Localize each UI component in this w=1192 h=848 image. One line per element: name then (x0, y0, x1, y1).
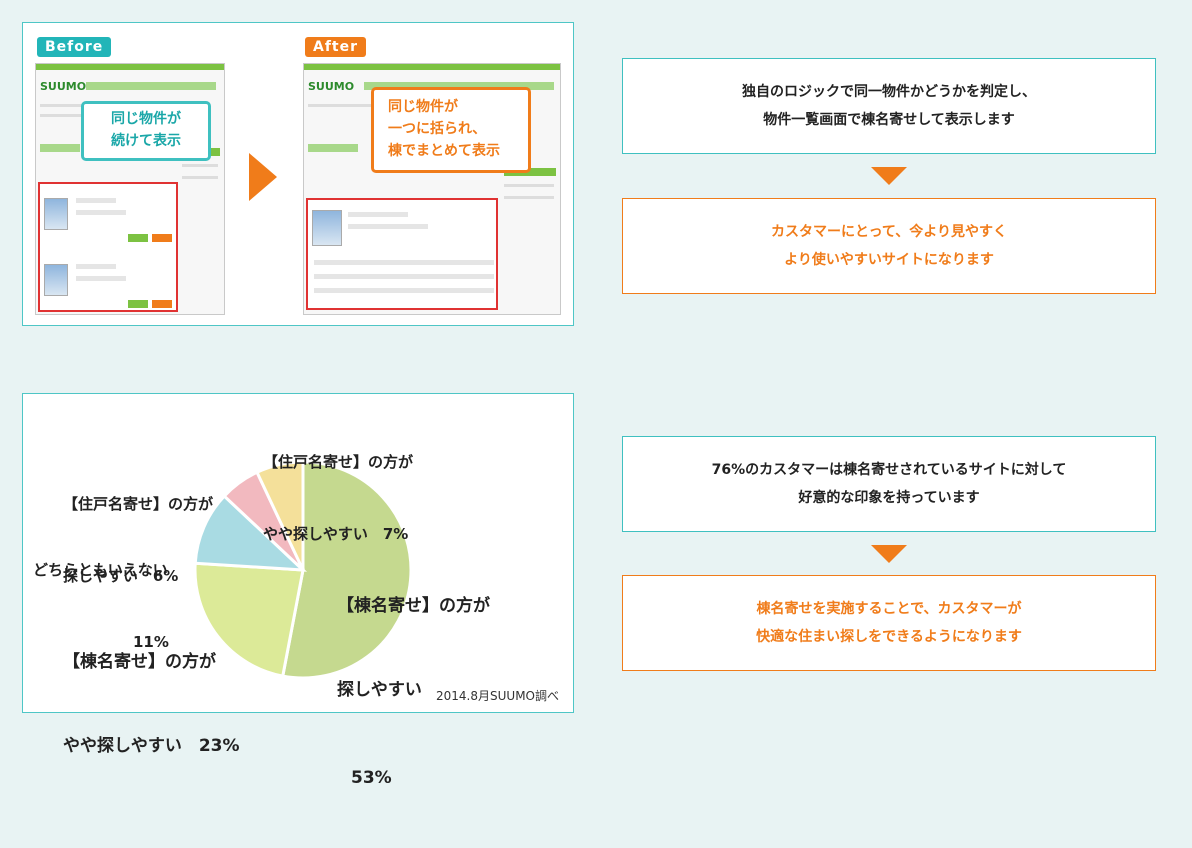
conclusion-box: 棟名寄せを実施することで、カスタマーが 快適な住まい探しをできるようになります (622, 575, 1156, 671)
before-badge: Before (37, 37, 112, 57)
listing-text (76, 276, 126, 281)
label-line: 53% (351, 768, 392, 788)
conclusion-line: 棟名寄せを実施することで、カスタマーが (756, 601, 1022, 617)
site-logo: SUUMO (40, 80, 87, 93)
listing-text (76, 264, 116, 269)
building-thumbnail (44, 198, 68, 230)
unit-row (314, 274, 494, 279)
info-line: 76%のカスタマーは棟名寄せされているサイトに対して (711, 462, 1067, 478)
after-callout: 同じ物件が 一つに括られ、 棟でまとめて表示 (371, 87, 531, 173)
conclusion-line: 快適な住まい探しをできるようになります (756, 629, 1022, 645)
survey-info-box: 76%のカスタマーは棟名寄せされているサイトに対して 好意的な印象を持っています (622, 436, 1156, 532)
decorative-line (308, 104, 378, 107)
info-line: 物件一覧画面で棟名寄せして表示します (763, 112, 1015, 128)
unit-row (314, 288, 494, 293)
listing-button (152, 234, 172, 242)
decorative-line (182, 164, 218, 167)
callout-line: 同じ物件が (111, 111, 181, 127)
before-callout: 同じ物件が 続けて表示 (81, 101, 211, 161)
filter-bar (308, 144, 358, 152)
callout-line: 続けて表示 (111, 133, 181, 149)
right-arrow-icon (249, 153, 277, 201)
site-header-bar (36, 64, 224, 70)
building-thumbnail (44, 264, 68, 296)
callout-line: 同じ物件が (388, 99, 458, 115)
filter-bar (40, 144, 80, 152)
listing-box (38, 182, 178, 312)
listing-button (152, 300, 172, 308)
label-line: 【棟名寄せ】の方が (63, 652, 216, 672)
comparison-section: Before After SUUMO 同じ物件が 続けて表示 SUUMO 同じ物… (0, 0, 1192, 350)
callout-line: 棟でまとめて表示 (388, 143, 500, 159)
site-header-bar (304, 64, 560, 70)
before-after-panel: Before After SUUMO 同じ物件が 続けて表示 SUUMO 同じ物… (22, 22, 574, 326)
label-line: 【棟名寄せ】の方が (337, 596, 490, 616)
decorative-line (182, 176, 218, 179)
unit-row (314, 260, 494, 265)
down-arrow-icon (871, 167, 907, 185)
down-arrow-icon (871, 545, 907, 563)
grouped-listing-box (306, 198, 498, 310)
label-slice-23: 【棟名寄せ】の方が やや探しやすい 23% (63, 592, 240, 816)
label-line: やや探しやすい 23% (63, 736, 240, 756)
survey-chart-panel: 【住戸名寄せ】の方が やや探しやすい 7% 【住戸名寄せ】の方が 探しやすい 6… (22, 393, 574, 788)
decorative-line (504, 196, 554, 199)
label-line: 【住戸名寄せ】の方が (263, 453, 414, 471)
label-line: どちらともいえない (33, 561, 168, 579)
listing-button (128, 300, 148, 308)
survey-source: 2014.8月SUUMO調べ (436, 689, 559, 703)
listing-text (348, 224, 428, 229)
survey-section: 【住戸名寄せ】の方が やや探しやすい 7% 【住戸名寄せ】の方が 探しやすい 6… (0, 368, 1192, 788)
after-badge: After (305, 37, 367, 57)
info-line: 独自のロジックで同一物件かどうかを判定し、 (742, 84, 1036, 100)
listing-text (76, 210, 126, 215)
listing-button (128, 234, 148, 242)
decorative-line (504, 184, 554, 187)
listing-text (76, 198, 116, 203)
benefit-line: より使いやすいサイトになります (784, 252, 994, 268)
building-thumbnail (312, 210, 342, 246)
site-logo: SUUMO (308, 80, 355, 93)
listing-text (348, 212, 408, 217)
info-line: 好意的な印象を持っています (798, 490, 980, 506)
site-tabs (86, 82, 216, 90)
benefit-box: カスタマーにとって、今より見やすく より使いやすいサイトになります (622, 198, 1156, 294)
benefit-line: カスタマーにとって、今より見やすく (771, 224, 1007, 240)
callout-line: 一つに括られ、 (388, 121, 487, 137)
logic-info-box: 独自のロジックで同一物件かどうかを判定し、 物件一覧画面で棟名寄せして表示します (622, 58, 1156, 154)
